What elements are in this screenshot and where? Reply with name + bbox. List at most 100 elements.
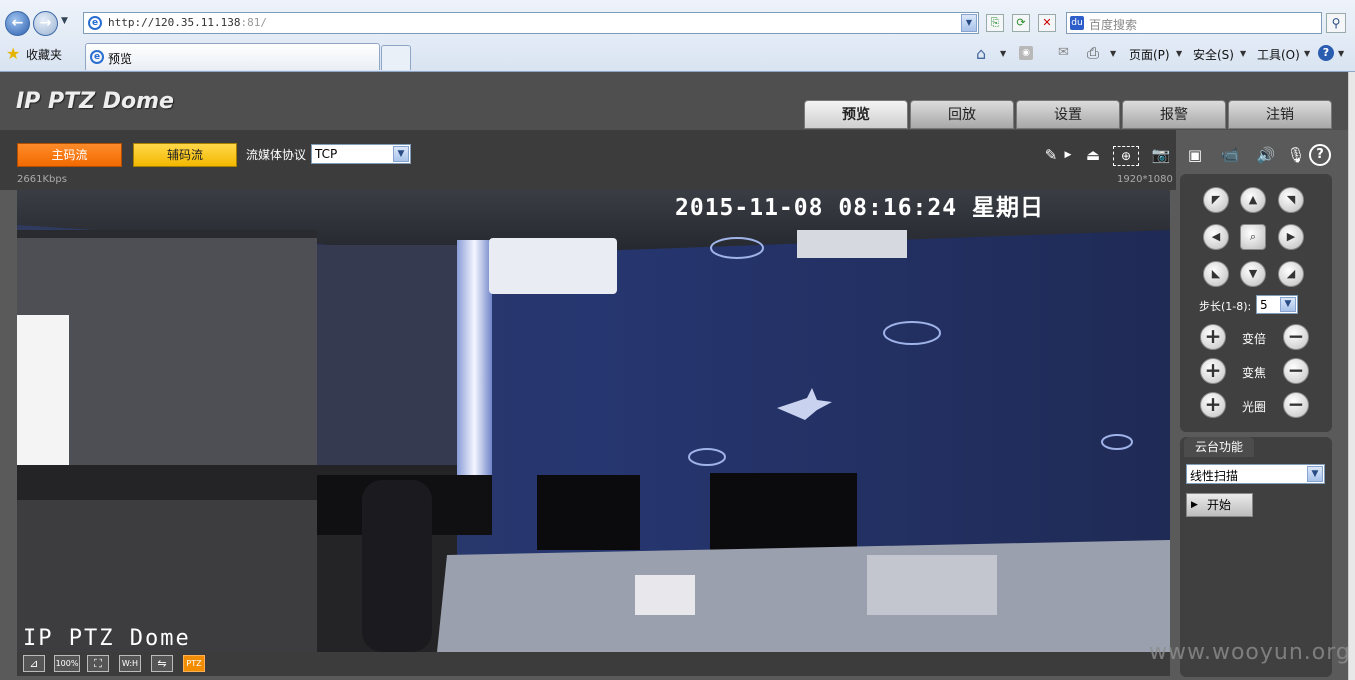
- nav-tab-preview[interactable]: 预览: [804, 100, 908, 129]
- chevron-down-icon: ▼: [1307, 466, 1323, 482]
- protocol-label: 流媒体协议: [246, 148, 307, 162]
- stop-icon[interactable]: ✕: [1038, 14, 1056, 32]
- address-dropdown-icon[interactable]: ▼: [961, 14, 977, 32]
- main-stream-button[interactable]: 主码流: [17, 143, 122, 167]
- bitrate-label: 2661Kbps: [17, 174, 67, 185]
- print-dropdown-icon[interactable]: ▼: [1110, 49, 1116, 58]
- iris-label: 光圈: [1242, 400, 1267, 414]
- iris-close-button[interactable]: −: [1283, 392, 1309, 418]
- ptz-function-tab[interactable]: 云台功能: [1184, 437, 1254, 457]
- fullscreen-icon[interactable]: ⛶: [87, 655, 109, 672]
- draw-tool-icon[interactable]: ✎: [1040, 144, 1062, 166]
- browser-chrome: ← → ▼ e http://120.35.11.138:81/ ▼ ⎘ ⟳ ✕…: [0, 0, 1355, 72]
- safety-menu[interactable]: 安全(S): [1193, 46, 1234, 63]
- osd-title: IP PTZ Dome: [23, 626, 191, 651]
- refresh-icon[interactable]: ⟳: [1012, 14, 1030, 32]
- step-select-value: 5: [1260, 298, 1268, 312]
- new-tab-button[interactable]: [381, 45, 411, 70]
- watermark: www.wooyun.org: [1149, 640, 1351, 665]
- sub-stream-button[interactable]: 辅码流: [133, 143, 237, 167]
- ptz-function-select[interactable]: 线性扫描 ▼: [1186, 464, 1325, 484]
- play-icon: ▶: [1191, 500, 1198, 510]
- record-icon[interactable]: 📹: [1215, 144, 1245, 166]
- live-video[interactable]: 2015-11-08 08:16:24 星期日 IP PTZ Dome: [17, 190, 1170, 652]
- help-dropdown-icon[interactable]: ▼: [1338, 49, 1344, 58]
- chevron-down-icon: ▼: [393, 146, 409, 162]
- safety-dropdown-icon[interactable]: ▼: [1240, 49, 1246, 58]
- microphone-icon[interactable]: 🎙: [1285, 144, 1307, 166]
- ptz-down-icon[interactable]: ▼: [1240, 261, 1266, 287]
- tools-dropdown-icon[interactable]: ▼: [1304, 49, 1310, 58]
- help-icon[interactable]: ?: [1318, 45, 1334, 61]
- stream-toolbar: 主码流 辅码流 流媒体协议 TCP ▼ 2661Kbps 1920*1080: [0, 130, 1176, 190]
- nav-tab-alarm[interactable]: 报警: [1122, 100, 1226, 129]
- print-icon[interactable]: ⎙: [1087, 44, 1099, 62]
- mail-icon[interactable]: ✉: [1058, 45, 1069, 60]
- baidu-icon: du: [1070, 16, 1084, 30]
- step-label: 步长(1-8):: [1199, 300, 1252, 313]
- zoom-label: 变倍: [1242, 332, 1267, 346]
- page-menu[interactable]: 页面(P): [1129, 46, 1170, 63]
- focus-near-button[interactable]: +: [1200, 358, 1226, 384]
- tab-label: 预览: [108, 52, 133, 66]
- smooth-icon[interactable]: ⇋: [151, 655, 173, 672]
- right-scrollbar[interactable]: [1348, 72, 1355, 680]
- address-url-port: :81/: [240, 16, 267, 29]
- expand-arrow-icon[interactable]: ▶: [1062, 144, 1074, 166]
- tab-ie-icon: e: [90, 50, 104, 64]
- favorites-star-icon[interactable]: ★: [6, 44, 20, 63]
- help-circle-icon[interactable]: ?: [1309, 144, 1331, 166]
- speaker-icon[interactable]: 🔊: [1253, 144, 1279, 166]
- search-go-icon[interactable]: ⚲: [1326, 13, 1346, 33]
- ptz-down-right-icon[interactable]: ◢: [1278, 261, 1304, 287]
- video-control-bar: ⊿ 100% ⛶ W:H ⇋ PTZ: [17, 652, 1170, 676]
- home-dropdown-icon[interactable]: ▼: [1000, 49, 1006, 58]
- address-bar[interactable]: e http://120.35.11.138:81/ ▼: [83, 12, 979, 34]
- ptz-down-left-icon[interactable]: ◣: [1203, 261, 1229, 287]
- snapshot-icon[interactable]: 📷: [1148, 144, 1174, 166]
- browser-tab-preview[interactable]: e 预览: [85, 43, 380, 70]
- original-size-icon[interactable]: ⊿: [23, 655, 45, 672]
- aspect-ratio-button[interactable]: W:H: [119, 655, 141, 672]
- tools-menu[interactable]: 工具(O): [1257, 46, 1300, 63]
- feeds-icon[interactable]: ◉: [1019, 46, 1033, 60]
- ptz-function-select-value: 线性扫描: [1190, 469, 1239, 483]
- page-dropdown-icon[interactable]: ▼: [1176, 49, 1182, 58]
- home-icon[interactable]: ⌂: [976, 44, 986, 63]
- zoom-100-button[interactable]: 100%: [54, 655, 80, 672]
- focus-far-button[interactable]: −: [1283, 358, 1309, 384]
- chevron-down-icon: ▼: [1280, 297, 1296, 312]
- ptz-right-icon[interactable]: ▶: [1278, 224, 1304, 250]
- protocol-select[interactable]: TCP ▼: [311, 144, 411, 164]
- alarm-bell-icon[interactable]: ⏏: [1082, 144, 1104, 166]
- image-icon[interactable]: ▣: [1182, 144, 1208, 166]
- app-logo: IP PTZ Dome: [16, 89, 174, 114]
- address-url-host: http://120.35.11.138: [108, 16, 241, 29]
- nav-tab-playback[interactable]: 回放: [910, 100, 1014, 129]
- ptz-toggle-button[interactable]: PTZ: [183, 655, 205, 672]
- ptz-left-icon[interactable]: ◀: [1203, 224, 1229, 250]
- ie-page-icon: e: [88, 16, 102, 30]
- forward-button[interactable]: →: [33, 11, 58, 36]
- ptz-up-icon[interactable]: ▲: [1240, 187, 1266, 213]
- focus-label: 变焦: [1242, 366, 1267, 380]
- ptz-up-left-icon[interactable]: ◤: [1203, 187, 1229, 213]
- protocol-select-value: TCP: [315, 147, 338, 161]
- zoom-region-icon[interactable]: ⊕: [1113, 146, 1139, 166]
- search-box[interactable]: du 百度搜索: [1066, 12, 1322, 34]
- favorites-label[interactable]: 收藏夹: [26, 46, 62, 63]
- video-frame-scene: [17, 190, 1170, 652]
- nav-tab-logout[interactable]: 注销: [1228, 100, 1332, 129]
- step-select[interactable]: 5 ▼: [1256, 295, 1298, 314]
- ptz-start-button[interactable]: ▶ 开始: [1186, 493, 1253, 517]
- ptz-panel: ◤ ▲ ◥ ◀ ⌕ ▶ ◣ ▼ ◢ 步长(1-8): 5 ▼ + 变倍 − + …: [1180, 174, 1332, 432]
- nav-tab-settings[interactable]: 设置: [1016, 100, 1120, 129]
- back-button[interactable]: ←: [5, 11, 30, 36]
- iris-open-button[interactable]: +: [1200, 392, 1226, 418]
- history-dropdown-icon[interactable]: ▼: [61, 16, 68, 26]
- ptz-center-zoom-icon[interactable]: ⌕: [1240, 224, 1266, 250]
- compat-view-icon[interactable]: ⎘: [986, 14, 1004, 32]
- zoom-out-button[interactable]: −: [1283, 324, 1309, 350]
- ptz-up-right-icon[interactable]: ◥: [1278, 187, 1304, 213]
- zoom-in-button[interactable]: +: [1200, 324, 1226, 350]
